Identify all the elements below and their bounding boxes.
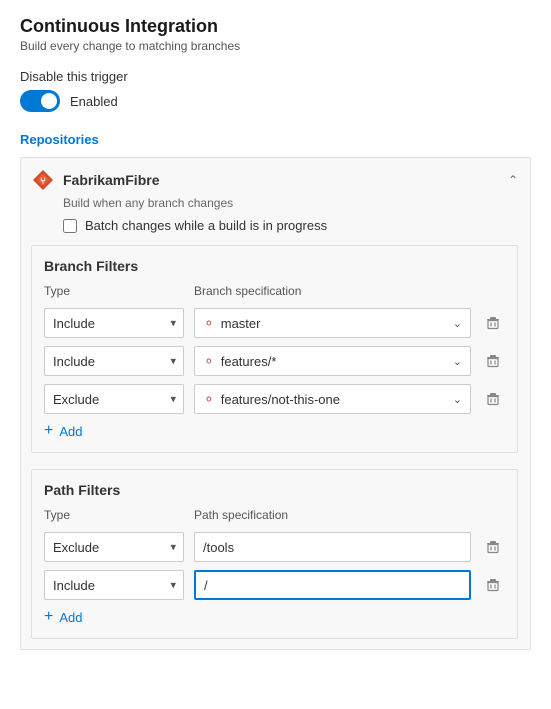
- page-subtitle: Build every change to matching branches: [20, 39, 531, 53]
- branch-delete-btn-2[interactable]: [481, 349, 505, 373]
- disable-trigger-label: Disable this trigger: [20, 69, 531, 84]
- repo-name: FabrikamFibre: [63, 172, 500, 188]
- branch-spec-col-label: Branch specification: [194, 284, 505, 298]
- path-spec-col-label: Path specification: [194, 508, 505, 522]
- branch-spec-dropdown-2[interactable]: ⚬ features/* ⌄: [194, 346, 471, 376]
- repositories-section: ⑂ FabrikamFibre ⌃ Build when any branch …: [20, 157, 531, 650]
- path-spec-input-2[interactable]: [194, 570, 471, 600]
- page-title: Continuous Integration: [20, 16, 531, 37]
- path-type-dropdown-2[interactable]: Include Exclude: [44, 570, 184, 600]
- branch-spec-dropdown-3[interactable]: ⚬ features/not-this-one ⌄: [194, 384, 471, 414]
- path-type-col-label: Type: [44, 508, 184, 522]
- path-spec-wrap-2: [194, 570, 471, 600]
- path-type-select-2[interactable]: Include Exclude: [44, 570, 184, 600]
- branch-type-col-label: Type: [44, 284, 184, 298]
- path-filter-row: Include Exclude: [44, 570, 505, 600]
- path-spec-input-1[interactable]: [194, 532, 471, 562]
- repo-subtitle: Build when any branch changes: [63, 196, 518, 210]
- repo-icon: ⑂: [31, 168, 55, 192]
- branch-type-select-2[interactable]: Include Exclude: [44, 346, 184, 376]
- branch-type-dropdown-3[interactable]: Include Exclude: [44, 384, 184, 414]
- path-filter-row: Include Exclude: [44, 532, 505, 562]
- branch-type-select-1[interactable]: Include Exclude: [44, 308, 184, 338]
- branch-filter-row: Include Exclude ⚬ features/not-this-one …: [44, 384, 505, 414]
- branch-spec-chevron-2: ⌄: [453, 355, 462, 368]
- enable-disable-toggle[interactable]: [20, 90, 60, 112]
- branch-spec-chevron-1: ⌄: [453, 317, 462, 330]
- branch-spec-text-3: features/not-this-one: [221, 392, 340, 407]
- branch-spec-text-1: master: [221, 316, 261, 331]
- svg-text:⑂: ⑂: [40, 176, 46, 187]
- branch-filters-title: Branch Filters: [44, 258, 505, 274]
- branch-spec-icon-3: ⚬: [203, 391, 215, 408]
- path-add-button[interactable]: + Add: [44, 608, 82, 626]
- branch-type-select-3[interactable]: Include Exclude: [44, 384, 184, 414]
- branch-spec-wrap-3: ⚬ features/not-this-one ⌄: [194, 384, 471, 414]
- branch-spec-dropdown-1[interactable]: ⚬ master ⌄: [194, 308, 471, 338]
- branch-add-button[interactable]: + Add: [44, 422, 82, 440]
- branch-spec-wrap-1: ⚬ master ⌄: [194, 308, 471, 338]
- repo-collapse-chevron[interactable]: ⌃: [508, 173, 518, 187]
- batch-changes-label: Batch changes while a build is in progre…: [85, 218, 327, 233]
- repositories-section-title: Repositories: [20, 132, 531, 147]
- branch-filters-section: Branch Filters Type Branch specification…: [31, 245, 518, 453]
- path-filters-section: Path Filters Type Path specification Inc…: [31, 469, 518, 639]
- branch-delete-btn-1[interactable]: [481, 311, 505, 335]
- path-add-label: Add: [59, 610, 82, 625]
- branch-filter-row: Include Exclude ⚬ features/* ⌄: [44, 346, 505, 376]
- path-add-icon: +: [44, 608, 53, 626]
- branch-spec-wrap-2: ⚬ features/* ⌄: [194, 346, 471, 376]
- toggle-state-label: Enabled: [70, 94, 118, 109]
- batch-changes-checkbox[interactable]: [63, 219, 77, 233]
- branch-type-dropdown-1[interactable]: Include Exclude: [44, 308, 184, 338]
- path-type-dropdown-1[interactable]: Include Exclude: [44, 532, 184, 562]
- repo-item: ⑂ FabrikamFibre ⌃ Build when any branch …: [20, 157, 531, 650]
- path-spec-wrap-1: [194, 532, 471, 562]
- branch-delete-btn-3[interactable]: [481, 387, 505, 411]
- path-delete-btn-2[interactable]: [481, 573, 505, 597]
- branch-type-dropdown-2[interactable]: Include Exclude: [44, 346, 184, 376]
- branch-add-icon: +: [44, 422, 53, 440]
- branch-spec-text-2: features/*: [221, 354, 277, 369]
- path-filters-title: Path Filters: [44, 482, 505, 498]
- branch-spec-icon-2: ⚬: [203, 353, 215, 370]
- path-type-select-1[interactable]: Include Exclude: [44, 532, 184, 562]
- branch-spec-chevron-3: ⌄: [453, 393, 462, 406]
- branch-filter-row: Include Exclude ⚬ master ⌄: [44, 308, 505, 338]
- branch-spec-icon-1: ⚬: [203, 315, 215, 332]
- branch-add-label: Add: [59, 424, 82, 439]
- path-delete-btn-1[interactable]: [481, 535, 505, 559]
